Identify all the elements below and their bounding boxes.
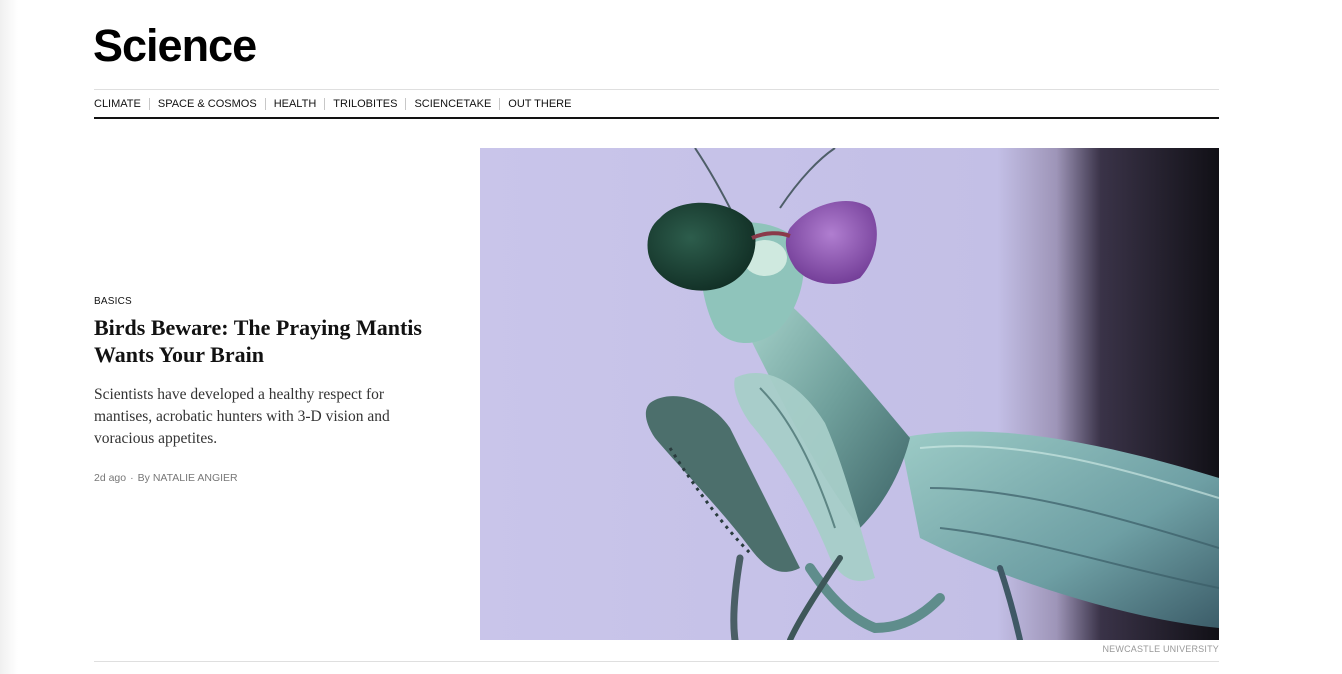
subnav-divider xyxy=(324,98,326,110)
subnav-item-climate: CLIMATE xyxy=(94,96,141,112)
photo-credit: NEWCASTLE UNIVERSITY xyxy=(1102,644,1219,654)
subnav-link-health[interactable]: HEALTH xyxy=(274,96,317,112)
page-edge-shadow xyxy=(0,0,18,674)
subnav-link-out-there[interactable]: OUT THERE xyxy=(508,96,571,112)
story-meta: 2d ago · By NATALIE ANGIER xyxy=(94,472,238,484)
subnav-link-sciencetake[interactable]: SCIENCETAKE xyxy=(414,96,491,112)
section-title[interactable]: Science xyxy=(93,18,257,74)
byline-prefix: By xyxy=(137,472,150,484)
story-summary[interactable]: Scientists have developed a healthy resp… xyxy=(94,384,439,450)
subnav-divider xyxy=(405,98,407,110)
section-subnav: CLIMATE SPACE & COSMOS HEALTH TRILOBITES… xyxy=(94,96,571,112)
story-image[interactable] xyxy=(480,148,1219,640)
header-divider xyxy=(94,89,1219,90)
subnav-divider xyxy=(148,98,150,110)
subnav-link-space-cosmos[interactable]: SPACE & COSMOS xyxy=(158,96,257,112)
meta-separator: · xyxy=(130,472,134,484)
story-kicker[interactable]: BASICS xyxy=(94,296,132,308)
mantis-photo-illustration xyxy=(480,148,1219,640)
story-timestamp: 2d ago xyxy=(94,472,127,484)
subnav-divider xyxy=(264,98,266,110)
subnav-bottom-rule xyxy=(94,117,1219,119)
subnav-link-climate[interactable]: CLIMATE xyxy=(94,96,141,112)
story-author[interactable]: NATALIE ANGIER xyxy=(153,472,238,484)
subnav-link-trilobites[interactable]: TRILOBITES xyxy=(333,96,397,112)
story-headline[interactable]: Birds Beware: The Praying Mantis Wants Y… xyxy=(94,314,454,368)
section-bottom-divider xyxy=(94,661,1219,662)
subnav-divider xyxy=(499,98,501,110)
